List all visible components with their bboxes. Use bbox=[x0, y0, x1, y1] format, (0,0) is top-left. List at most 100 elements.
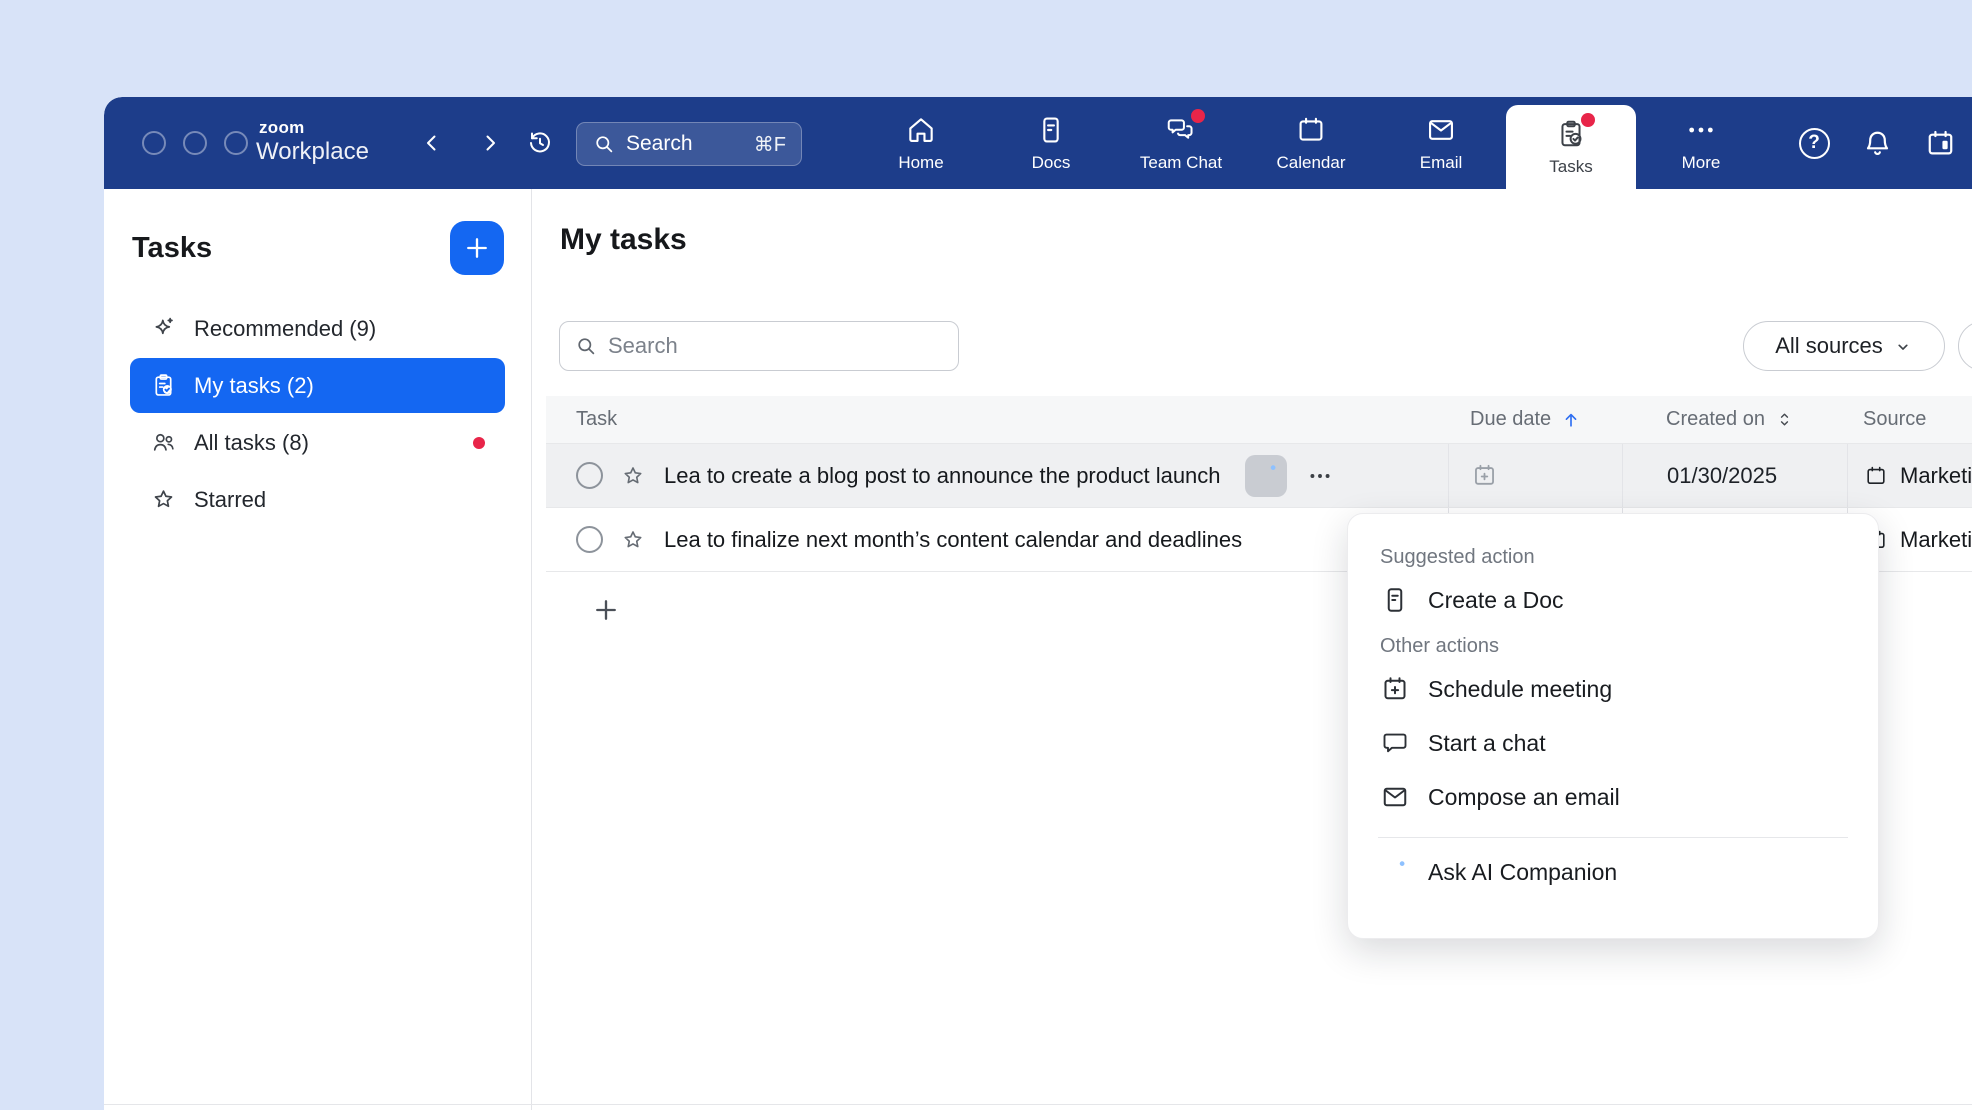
sidebar-item-my-tasks[interactable]: My tasks (2) bbox=[130, 358, 505, 413]
forward-button[interactable] bbox=[472, 125, 508, 161]
top-bar: zoom Workplace Search ⌘F Home Docs Team … bbox=[104, 97, 1972, 189]
window-control-circle[interactable] bbox=[142, 131, 166, 155]
nav-tasks[interactable]: Tasks bbox=[1506, 105, 1636, 189]
column-due-date[interactable]: Due date bbox=[1448, 396, 1622, 443]
nav-docs[interactable]: Docs bbox=[986, 97, 1116, 189]
window-control-circle[interactable] bbox=[224, 131, 248, 155]
menu-item-start-chat[interactable]: Start a chat bbox=[1378, 716, 1848, 770]
window-control-circle[interactable] bbox=[183, 131, 207, 155]
table-header: Task Due date Created on Source bbox=[546, 396, 1972, 444]
calendar-panel-icon bbox=[1924, 127, 1957, 160]
help-button[interactable]: ? bbox=[1796, 125, 1832, 161]
sidebar-title: Tasks bbox=[132, 232, 212, 265]
nav-team-chat[interactable]: Team Chat bbox=[1116, 97, 1246, 189]
menu-divider bbox=[1378, 837, 1848, 838]
email-icon bbox=[1425, 114, 1457, 146]
column-task: Task bbox=[546, 396, 1448, 443]
ai-companion-icon bbox=[1380, 857, 1410, 887]
ai-companion-button[interactable] bbox=[1245, 455, 1287, 497]
clipboard-check-icon bbox=[150, 372, 177, 399]
source-label: Marketing bbox=[1900, 463, 1972, 489]
product-text: Workplace bbox=[256, 140, 369, 164]
brand-text: zoom bbox=[259, 119, 369, 136]
content-area: Tasks Recommended (9) My tasks (2) All t… bbox=[104, 189, 1972, 1110]
notifications-button[interactable] bbox=[1859, 125, 1895, 161]
main-navigation: Home Docs Team Chat Calendar Email Tasks bbox=[856, 97, 1766, 189]
task-title: Lea to create a blog post to announce th… bbox=[664, 463, 1221, 489]
column-created-on[interactable]: Created on bbox=[1622, 396, 1847, 443]
sparkle-icon bbox=[150, 315, 177, 342]
nav-calendar[interactable]: Calendar bbox=[1246, 97, 1376, 189]
star-icon bbox=[150, 486, 177, 513]
doc-icon bbox=[1380, 585, 1410, 615]
ai-companion-icon bbox=[1251, 461, 1281, 491]
window-controls[interactable] bbox=[142, 131, 248, 155]
menu-item-schedule-meeting[interactable]: Schedule meeting bbox=[1378, 662, 1848, 716]
notification-dot bbox=[1581, 113, 1595, 127]
chevron-right-icon bbox=[478, 131, 502, 155]
add-due-date-icon[interactable] bbox=[1471, 462, 1498, 489]
notification-dot bbox=[1191, 109, 1205, 123]
search-icon bbox=[592, 132, 616, 156]
sidebar-item-recommended[interactable]: Recommended (9) bbox=[130, 301, 505, 356]
menu-section-label: Suggested action bbox=[1380, 546, 1848, 569]
task-checkbox[interactable] bbox=[576, 526, 603, 553]
chevron-down-icon bbox=[1893, 337, 1913, 357]
menu-item-create-doc[interactable]: Create a Doc bbox=[1378, 573, 1848, 627]
menu-item-compose-email[interactable]: Compose an email bbox=[1378, 770, 1848, 824]
global-search-placeholder: Search bbox=[626, 132, 693, 156]
help-icon: ? bbox=[1799, 128, 1830, 159]
calendar-plus-icon bbox=[1380, 674, 1410, 704]
calendar-icon bbox=[1864, 464, 1888, 488]
calendar-panel-button[interactable] bbox=[1922, 125, 1958, 161]
menu-section-label: Other actions bbox=[1380, 635, 1848, 658]
chevron-left-icon bbox=[420, 131, 444, 155]
app-window: zoom Workplace Search ⌘F Home Docs Team … bbox=[104, 97, 1972, 1110]
back-button[interactable] bbox=[414, 125, 450, 161]
history-button[interactable] bbox=[522, 125, 558, 161]
created-on-date: 01/30/2025 bbox=[1667, 463, 1777, 489]
calendar-icon bbox=[1295, 114, 1327, 146]
zoom-workplace-logo: zoom Workplace bbox=[256, 119, 369, 164]
source-filter-dropdown[interactable]: All sources bbox=[1743, 321, 1945, 371]
nav-email[interactable]: Email bbox=[1376, 97, 1506, 189]
menu-item-ask-ai-companion[interactable]: Ask AI Companion bbox=[1378, 845, 1848, 899]
sort-ascending-icon[interactable] bbox=[1561, 410, 1581, 430]
clipped-filter-button[interactable] bbox=[1958, 321, 1972, 371]
star-icon[interactable] bbox=[620, 463, 646, 489]
home-icon bbox=[905, 114, 937, 146]
sort-toggle-icon[interactable] bbox=[1775, 410, 1794, 429]
column-source: Source bbox=[1847, 396, 1972, 443]
action-menu: Suggested action Create a Doc Other acti… bbox=[1347, 513, 1879, 939]
more-icon bbox=[1685, 114, 1717, 146]
task-title: Lea to finalize next month’s content cal… bbox=[664, 527, 1242, 553]
bell-icon bbox=[1861, 127, 1894, 160]
global-search[interactable]: Search ⌘F bbox=[576, 122, 802, 166]
tasks-sidebar: Tasks Recommended (9) My tasks (2) All t… bbox=[104, 189, 532, 1110]
sidebar-list: Recommended (9) My tasks (2) All tasks (… bbox=[104, 301, 531, 527]
chat-bubble-icon bbox=[1380, 728, 1410, 758]
main-panel: My tasks All sources Task Due date bbox=[532, 189, 1972, 1110]
plus-icon bbox=[592, 596, 620, 624]
add-task-button[interactable] bbox=[592, 596, 620, 624]
task-row[interactable]: Lea to create a blog post to announce th… bbox=[546, 444, 1972, 508]
sidebar-item-starred[interactable]: Starred bbox=[130, 472, 505, 527]
row-more-icon[interactable] bbox=[1307, 463, 1333, 489]
task-search-input[interactable] bbox=[608, 333, 944, 359]
envelope-icon bbox=[1380, 782, 1410, 812]
nav-home[interactable]: Home bbox=[856, 97, 986, 189]
source-label: Marketing bbox=[1900, 527, 1972, 553]
sidebar-item-all-tasks[interactable]: All tasks (8) bbox=[130, 415, 505, 470]
plus-icon bbox=[463, 234, 491, 262]
search-shortcut: ⌘F bbox=[754, 132, 786, 157]
new-task-button[interactable] bbox=[450, 221, 504, 275]
task-checkbox[interactable] bbox=[576, 462, 603, 489]
history-icon bbox=[525, 128, 555, 158]
topbar-utilities: ? bbox=[1796, 97, 1958, 189]
task-search bbox=[559, 321, 959, 371]
page-title: My tasks bbox=[560, 223, 1972, 257]
star-icon[interactable] bbox=[620, 527, 646, 553]
notification-dot bbox=[473, 437, 485, 449]
nav-more[interactable]: More bbox=[1636, 97, 1766, 189]
people-icon bbox=[150, 429, 177, 456]
